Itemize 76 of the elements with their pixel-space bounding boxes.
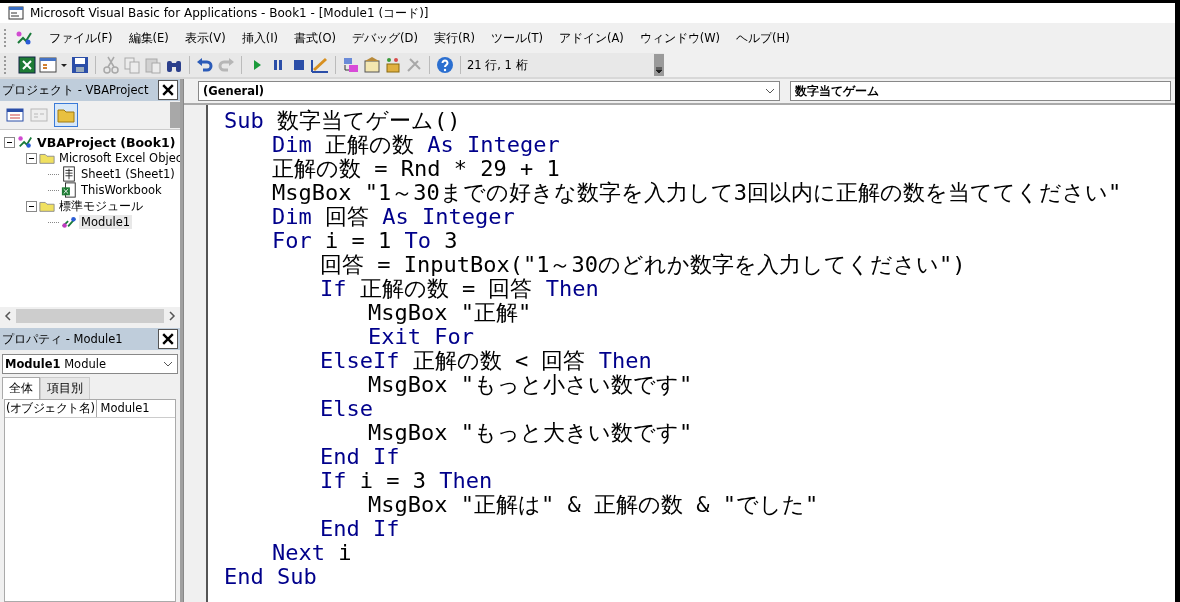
vba-icon — [15, 29, 33, 47]
project-explorer-icon[interactable] — [342, 56, 360, 74]
help-icon[interactable] — [436, 56, 454, 74]
property-name: (オブジェクト名) — [5, 400, 98, 417]
code-line: End If — [320, 444, 400, 469]
save-icon[interactable] — [71, 56, 89, 74]
scrollbar[interactable] — [170, 102, 180, 128]
collapse-toggle[interactable] — [26, 200, 37, 212]
tree-item[interactable]: VBAProject (Book1) — [35, 134, 178, 150]
cursor-position: 21 行, 1 桁 — [467, 57, 529, 73]
pane-title: プロジェクト - VBAProject — [2, 82, 149, 98]
code-line: ElseIf 正解の数 < 回答 Then — [320, 348, 652, 373]
code-line: Dim 回答 As Integer — [272, 204, 515, 229]
spreadsheet-icon[interactable] — [18, 56, 36, 74]
code-line: MsgBox "もっと小さい数です" — [368, 372, 693, 397]
code-line: MsgBox "正解は" & 正解の数 & "でした" — [368, 492, 819, 517]
menu-item[interactable]: 挿入(I) — [233, 30, 287, 46]
close-button[interactable] — [158, 329, 178, 349]
tree-item[interactable]: ThisWorkbook — [79, 183, 164, 197]
procedure-dropdown[interactable]: 数字当てゲーム — [790, 81, 1171, 101]
menu-item[interactable]: デバッグ(D) — [344, 30, 426, 46]
tab[interactable]: 全体 — [2, 377, 40, 399]
toggle-folders-button[interactable] — [54, 103, 78, 127]
sheet-icon — [61, 166, 77, 182]
code-line: Sub 数字当てゲーム() — [224, 108, 461, 133]
folder-icon — [57, 106, 75, 124]
close-icon — [162, 333, 174, 345]
code-line: Exit For — [368, 324, 474, 349]
collapse-toggle[interactable] — [26, 152, 37, 164]
properties-icon[interactable] — [363, 56, 381, 74]
app-icon — [8, 6, 24, 20]
menu-item[interactable]: 表示(V) — [176, 30, 234, 46]
code-line: If i = 3 Then — [320, 468, 493, 493]
menu-item[interactable]: ウィンドウ(W) — [631, 30, 729, 46]
chevron-icon — [163, 361, 173, 367]
code-line: 正解の数 = Rnd * 29 + 1 — [272, 156, 560, 181]
code-line: Dim 正解の数 As Integer — [272, 132, 560, 157]
menu-item[interactable]: アドイン(A) — [550, 30, 632, 46]
code-line: If 正解の数 = 回答 Then — [320, 276, 599, 301]
code-line: MsgBox "正解" — [368, 300, 532, 325]
window-title: Microsoft Visual Basic for Applications - Book1 - [Module1 (コード)] — [30, 4, 429, 22]
tree-item[interactable]: Sheet1 (Sheet1) — [79, 167, 177, 181]
project-icon — [17, 134, 33, 150]
close-button[interactable] — [158, 80, 178, 100]
tree-item[interactable]: 標準モジュール — [57, 198, 145, 214]
object-dropdown[interactable]: Module1 Module — [2, 354, 178, 374]
view-code-icon[interactable] — [6, 106, 24, 124]
pane-title: プロパティ - Module1 — [2, 331, 123, 347]
code-line: MsgBox "1～30までの好きな数字を入力して3回以内に正解の数を当ててください" — [272, 180, 1122, 205]
code-line: For i = 1 To 3 — [272, 228, 458, 253]
code-line: End If — [320, 516, 400, 541]
menu-item[interactable]: ヘルプ(H) — [728, 30, 798, 46]
module-icon — [61, 214, 77, 230]
code-line: Else — [320, 396, 373, 421]
form-icon[interactable] — [39, 56, 57, 74]
menu-item[interactable]: 実行(R) — [425, 30, 483, 46]
tree-item[interactable]: Module1 — [79, 215, 133, 229]
design-mode-icon[interactable] — [311, 56, 329, 74]
property-value[interactable]: Module1 — [97, 400, 175, 417]
object-dropdown[interactable]: (General) — [198, 81, 780, 101]
chevron-icon — [765, 88, 775, 94]
workbook-icon — [61, 182, 77, 198]
collapse-toggle[interactable] — [4, 136, 15, 148]
undo-icon[interactable] — [196, 56, 214, 74]
menu-item[interactable]: 書式(O) — [286, 30, 345, 46]
overflow-icon[interactable] — [654, 54, 664, 76]
code-line: End Sub — [224, 564, 317, 589]
menu-item[interactable]: ファイル(F) — [41, 30, 121, 46]
code-line: MsgBox "もっと大きい数です" — [368, 420, 693, 445]
toolbox-icon[interactable] — [384, 56, 402, 74]
menu-item[interactable]: ツール(T) — [482, 30, 551, 46]
menu-item[interactable]: 編集(E) — [120, 30, 177, 46]
code-line: Next i — [272, 540, 352, 565]
code-line: 回答 = InputBox("1～30のどれか数字を入力してください") — [320, 252, 966, 277]
tab[interactable]: 項目別 — [40, 377, 90, 399]
close-icon — [162, 84, 174, 96]
